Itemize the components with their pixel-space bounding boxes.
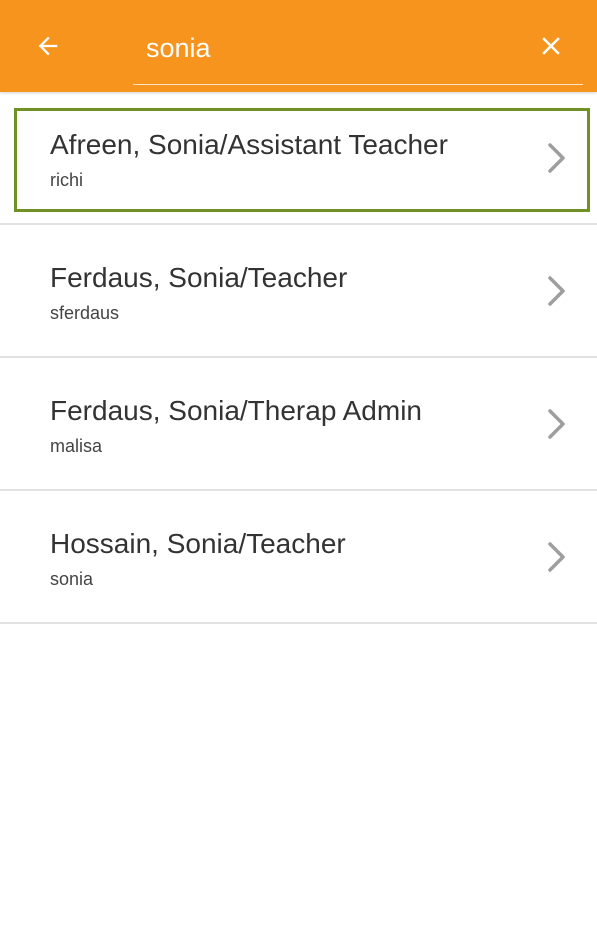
result-title: Hossain, Sonia/Teacher: [50, 528, 346, 559]
back-button[interactable]: [20, 22, 76, 70]
app-screen: Afreen, Sonia/Assistant Teacher richi Fe…: [0, 0, 597, 942]
search-input[interactable]: [146, 28, 506, 68]
result-row[interactable]: Hossain, Sonia/Teacher sonia: [0, 491, 597, 624]
result-row[interactable]: Afreen, Sonia/Assistant Teacher richi: [0, 92, 597, 225]
result-subtitle: sonia: [50, 569, 94, 589]
result-subtitle: sferdaus: [50, 303, 120, 323]
result-title: Afreen, Sonia/Assistant Teacher: [50, 129, 448, 160]
result-row[interactable]: Ferdaus, Sonia/Teacher sferdaus: [0, 225, 597, 358]
chevron-right-icon: [548, 143, 565, 173]
search-results-list: Afreen, Sonia/Assistant Teacher richi Fe…: [0, 92, 597, 624]
close-icon: [542, 37, 560, 55]
result-title: Ferdaus, Sonia/Therap Admin: [50, 395, 422, 426]
search-field-container: [133, 18, 583, 85]
arrow-left-icon: [38, 36, 58, 56]
result-subtitle: richi: [50, 170, 84, 190]
search-toolbar: [0, 0, 597, 92]
chevron-right-icon: [548, 276, 565, 306]
chevron-right-icon: [548, 409, 565, 439]
result-row[interactable]: Ferdaus, Sonia/Therap Admin malisa: [0, 358, 597, 491]
chevron-right-icon: [548, 542, 565, 572]
clear-search-button[interactable]: [527, 22, 575, 70]
result-subtitle: malisa: [50, 436, 103, 456]
result-title: Ferdaus, Sonia/Teacher: [50, 262, 348, 293]
